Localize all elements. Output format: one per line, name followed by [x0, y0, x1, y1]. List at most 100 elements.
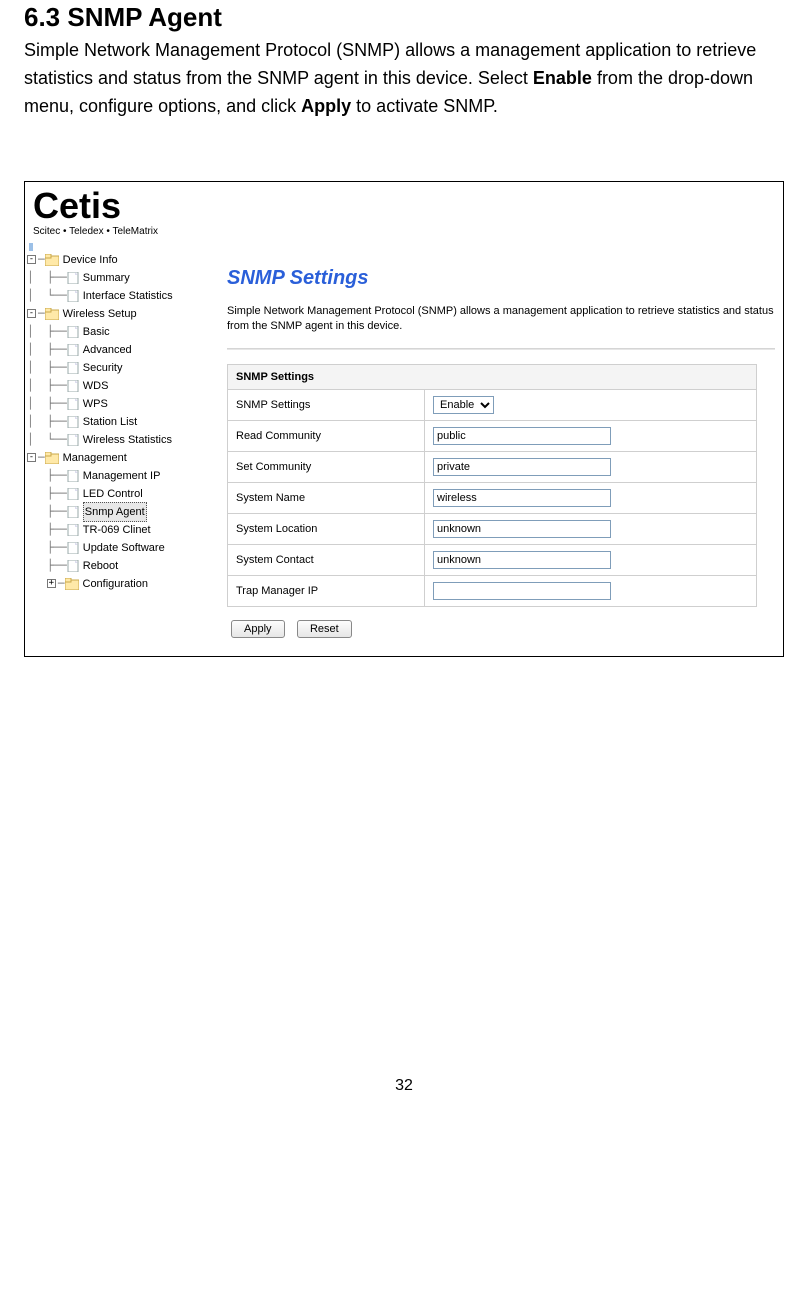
system-contact-input[interactable]: [433, 551, 611, 569]
apply-button[interactable]: Apply: [231, 620, 285, 638]
table-row: Read Community: [228, 421, 757, 452]
nav-tree: - ─ Device Info │ ├── Summary │ └── Inte…: [25, 239, 219, 603]
nav-item-management-ip[interactable]: ├──Management IP: [27, 467, 219, 485]
para-text: to activate SNMP.: [351, 96, 498, 116]
file-icon: [67, 326, 79, 338]
snmp-settings-select[interactable]: Enable: [433, 396, 494, 414]
file-icon: [67, 524, 79, 536]
table-row: System Location: [228, 514, 757, 545]
table-header: SNMP Settings: [228, 365, 757, 390]
nav-item-configuration[interactable]: +─ Configuration: [27, 575, 219, 593]
file-icon: [67, 560, 79, 572]
collapse-icon[interactable]: -: [27, 255, 36, 264]
row-value: [425, 483, 757, 514]
row-value: [425, 514, 757, 545]
para-bold-enable: Enable: [533, 68, 592, 88]
nav-label: Basic: [83, 323, 110, 341]
file-icon: [67, 416, 79, 428]
system-name-input[interactable]: [433, 489, 611, 507]
logo-main: Cetis: [33, 188, 775, 224]
row-value: Enable: [425, 390, 757, 421]
content-description: Simple Network Management Protocol (SNMP…: [227, 304, 775, 345]
nav-label: Interface Statistics: [83, 287, 173, 305]
nav-label-selected: Snmp Agent: [83, 502, 147, 522]
nav-item-interface-statistics[interactable]: │ └── Interface Statistics: [27, 287, 219, 305]
table-row: Set Community: [228, 452, 757, 483]
button-row: Apply Reset: [227, 607, 775, 638]
nav-label: Management: [63, 449, 127, 467]
row-value: [425, 545, 757, 576]
scrollbar-stub: [29, 243, 33, 251]
table-row: System Contact: [228, 545, 757, 576]
nav-item-station-list[interactable]: │ ├──Station List: [27, 413, 219, 431]
para-bold-apply: Apply: [301, 96, 351, 116]
nav-item-management[interactable]: - ─ Management: [27, 449, 219, 467]
row-label: Trap Manager IP: [228, 576, 425, 607]
nav-item-wireless-statistics[interactable]: │ └──Wireless Statistics: [27, 431, 219, 449]
nav-label: Update Software: [83, 539, 165, 557]
reset-button[interactable]: Reset: [297, 620, 352, 638]
row-value: [425, 576, 757, 607]
folder-icon: [45, 254, 59, 266]
nav-item-update-software[interactable]: ├──Update Software: [27, 539, 219, 557]
file-icon: [67, 362, 79, 374]
file-icon: [67, 488, 79, 500]
nav-label: WPS: [83, 395, 108, 413]
page-number: 32: [24, 657, 784, 1095]
table-row: SNMP Settings Enable: [228, 390, 757, 421]
nav-item-device-info[interactable]: - ─ Device Info: [27, 251, 219, 269]
collapse-icon[interactable]: -: [27, 453, 36, 462]
nav-item-led-control[interactable]: ├──LED Control: [27, 485, 219, 503]
file-icon: [67, 470, 79, 482]
collapse-icon[interactable]: -: [27, 309, 36, 318]
nav-item-basic[interactable]: │ ├──Basic: [27, 323, 219, 341]
row-label: Read Community: [228, 421, 425, 452]
read-community-input[interactable]: [433, 427, 611, 445]
nav-item-security[interactable]: │ ├──Security: [27, 359, 219, 377]
file-icon: [67, 272, 79, 284]
nav-label: Device Info: [63, 251, 118, 269]
row-label: System Location: [228, 514, 425, 545]
nav-label: WDS: [83, 377, 109, 395]
section-heading: 6.3 SNMP Agent: [24, 2, 784, 33]
content-area: SNMP Settings Simple Network Management …: [219, 239, 783, 657]
nav-label: Management IP: [83, 467, 161, 485]
nav-item-advanced[interactable]: │ ├──Advanced: [27, 341, 219, 359]
file-icon: [67, 506, 79, 518]
nav-item-wds[interactable]: │ ├──WDS: [27, 377, 219, 395]
row-label: SNMP Settings: [228, 390, 425, 421]
row-label: Set Community: [228, 452, 425, 483]
content-title: SNMP Settings: [227, 239, 775, 304]
logo-area: Cetis Scitec • Teledex • TeleMatrix: [25, 182, 783, 239]
nav-label: Station List: [83, 413, 137, 431]
file-icon: [67, 398, 79, 410]
logo-sub: Scitec • Teledex • TeleMatrix: [33, 226, 775, 237]
system-location-input[interactable]: [433, 520, 611, 538]
nav-label: Reboot: [83, 557, 118, 575]
settings-table: SNMP Settings SNMP Settings Enable Read …: [227, 364, 757, 607]
folder-icon: [45, 308, 59, 320]
expand-icon[interactable]: +: [47, 579, 56, 588]
trap-manager-input[interactable]: [433, 582, 611, 600]
nav-item-summary[interactable]: │ ├── Summary: [27, 269, 219, 287]
divider: [227, 348, 775, 350]
file-icon: [67, 290, 79, 302]
nav-item-wps[interactable]: │ ├──WPS: [27, 395, 219, 413]
file-icon: [67, 344, 79, 356]
nav-label: Wireless Setup: [63, 305, 137, 323]
nav-label: Advanced: [83, 341, 132, 359]
nav-item-wireless-setup[interactable]: - ─ Wireless Setup: [27, 305, 219, 323]
screenshot-frame: Cetis Scitec • Teledex • TeleMatrix - ─ …: [24, 181, 784, 658]
nav-item-reboot[interactable]: ├──Reboot: [27, 557, 219, 575]
row-label: System Contact: [228, 545, 425, 576]
nav-label: TR-069 Clinet: [83, 521, 151, 539]
table-row: System Name: [228, 483, 757, 514]
row-value: [425, 452, 757, 483]
nav-item-tr069[interactable]: ├──TR-069 Clinet: [27, 521, 219, 539]
section-paragraph: Simple Network Management Protocol (SNMP…: [24, 37, 784, 121]
file-icon: [67, 542, 79, 554]
nav-label: Security: [83, 359, 123, 377]
set-community-input[interactable]: [433, 458, 611, 476]
nav-label: Configuration: [83, 575, 148, 593]
nav-item-snmp-agent[interactable]: ├──Snmp Agent: [27, 503, 219, 521]
